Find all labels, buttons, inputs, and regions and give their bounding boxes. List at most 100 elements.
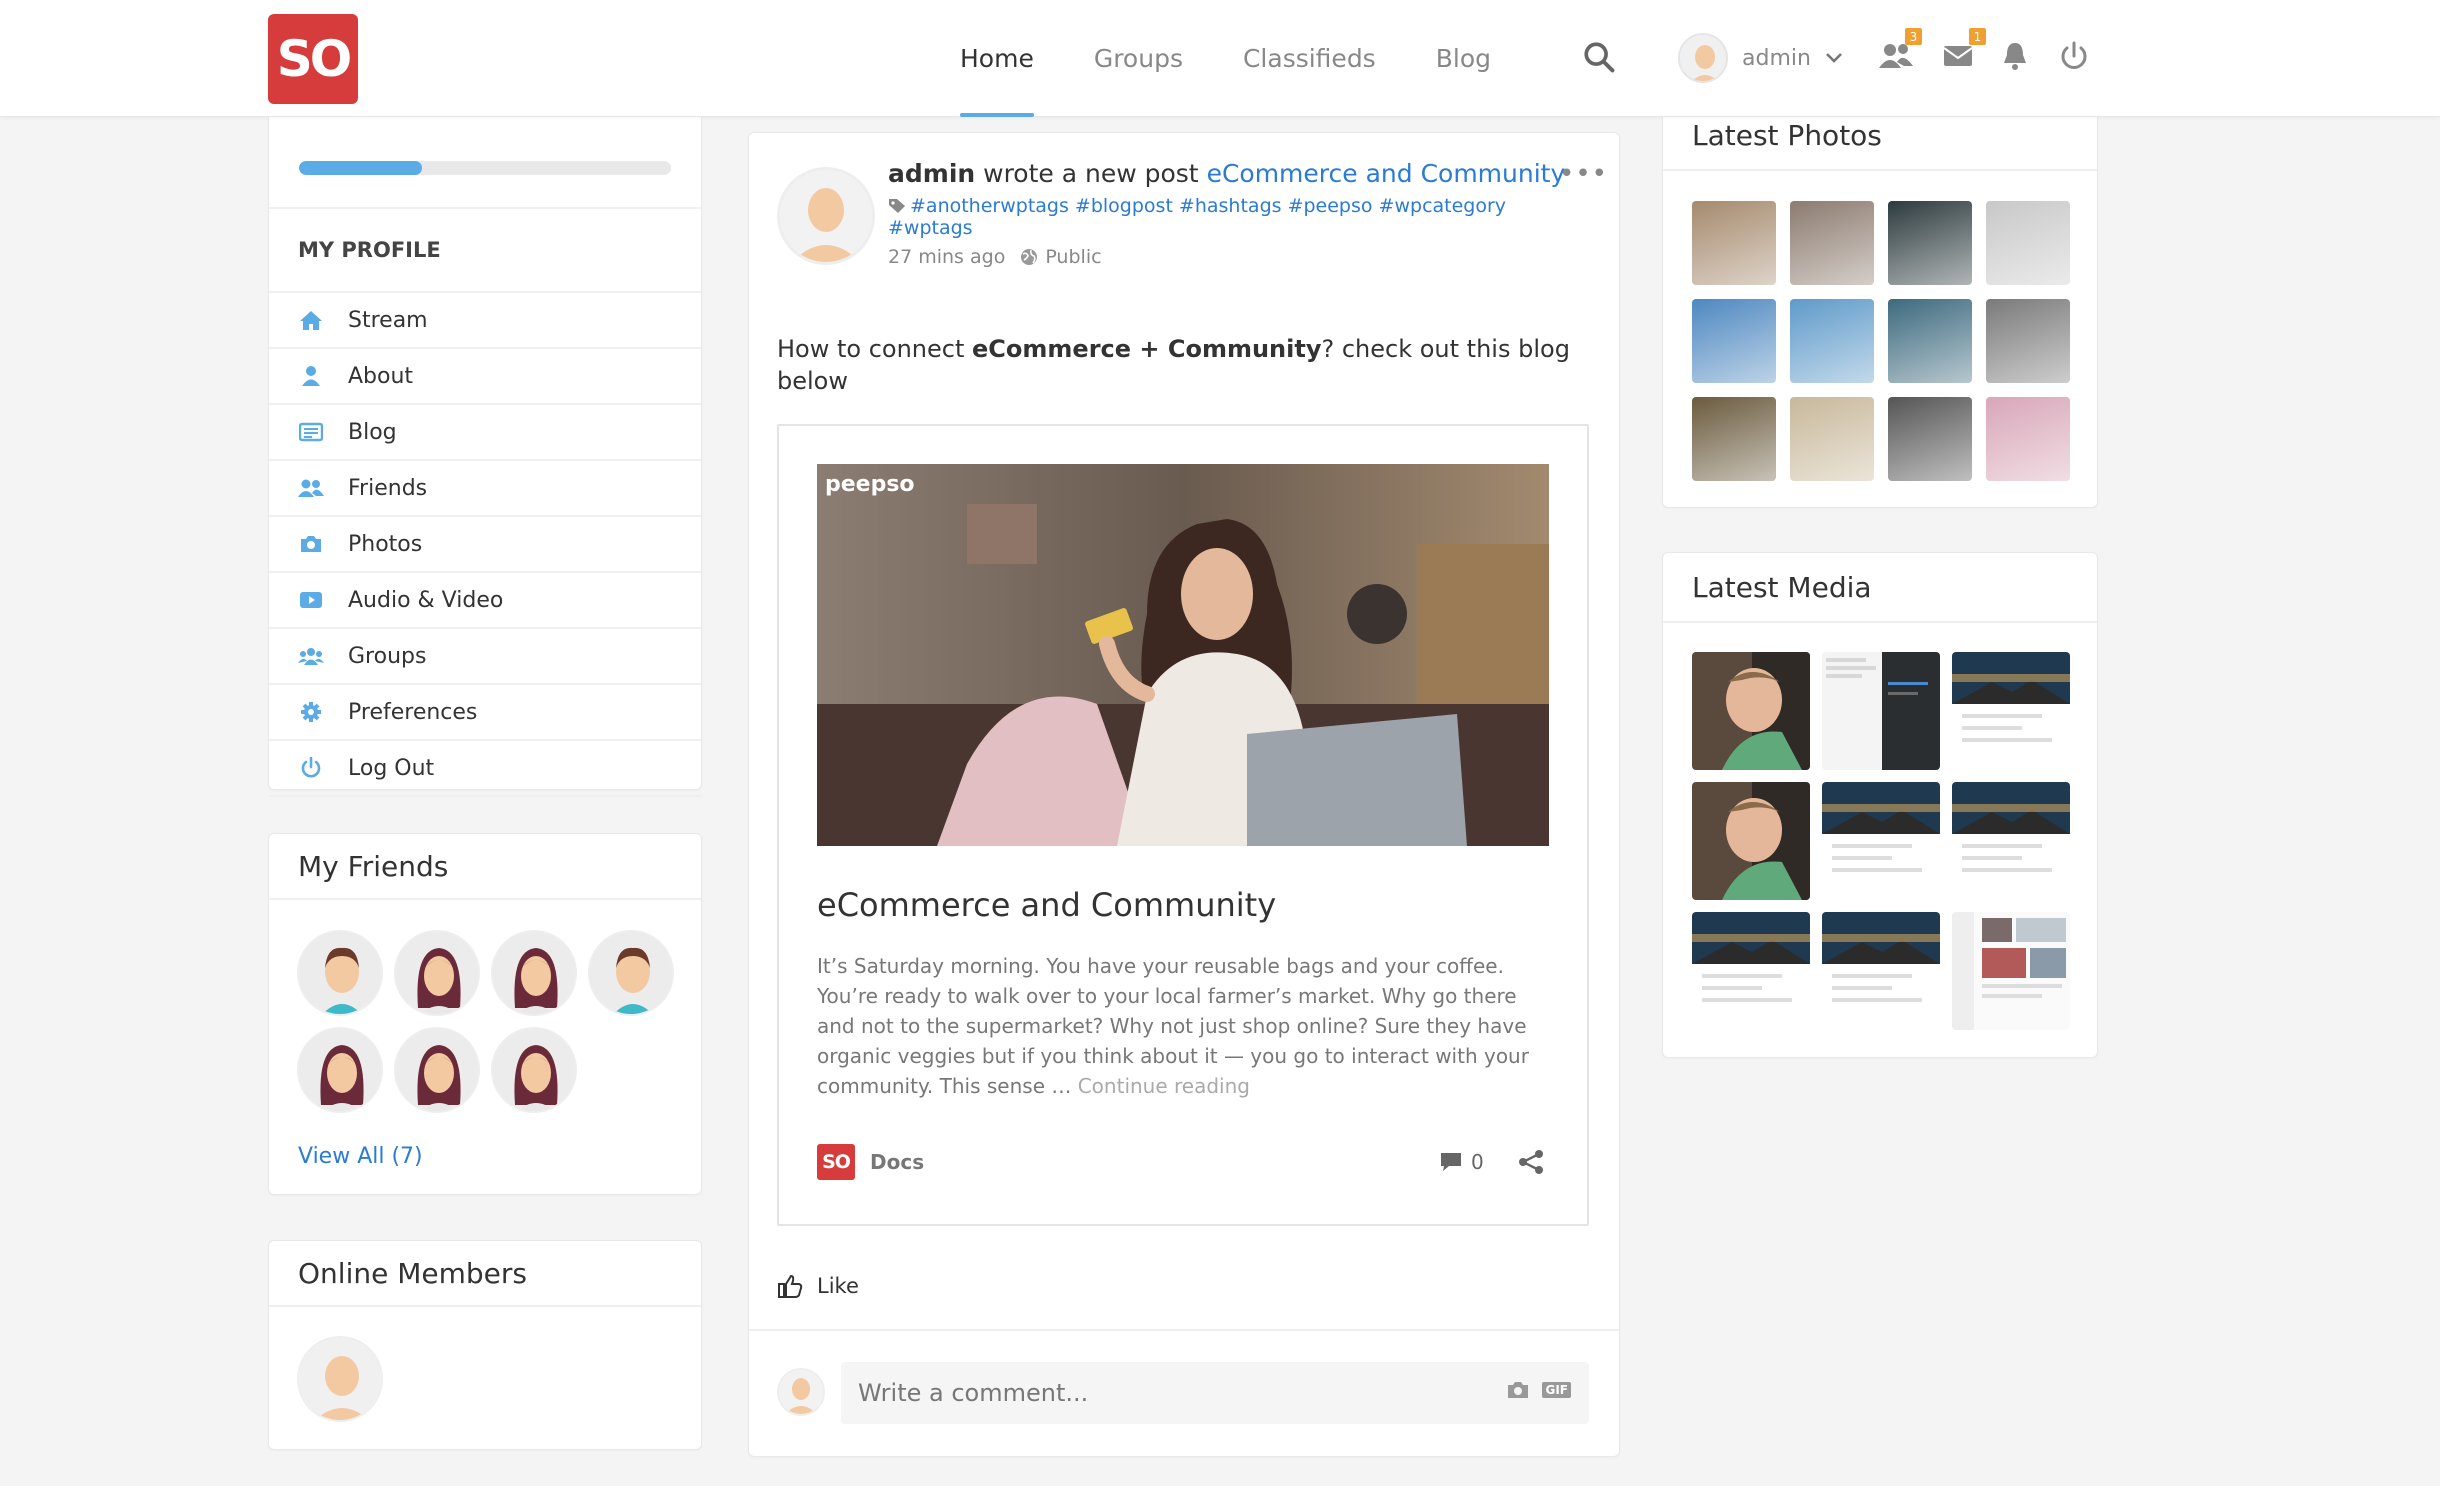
- menu-item-label: Photos: [348, 531, 423, 557]
- nav-blog[interactable]: Blog: [1436, 0, 1491, 117]
- post-options-button[interactable]: •••: [1559, 159, 1608, 189]
- link-preview-title[interactable]: eCommerce and Community: [817, 886, 1276, 924]
- post-privacy[interactable]: Public: [1045, 246, 1101, 268]
- photo-thumbnail[interactable]: [1888, 397, 1972, 481]
- photo-thumbnail[interactable]: [1692, 201, 1776, 285]
- profile-card: MY PROFILE Stream About Blog Friends Pho…: [268, 40, 702, 797]
- menu-item-friends[interactable]: Friends: [269, 461, 701, 517]
- menu-item-label: Blog: [348, 419, 397, 445]
- activity-post: admin wrote a new post eCommerce and Com…: [748, 132, 1620, 1457]
- photo-thumbnail[interactable]: [1692, 299, 1776, 383]
- photo-thumbnail[interactable]: [1986, 201, 2070, 285]
- menu-item-label: Friends: [348, 475, 428, 501]
- view-all-friends-link[interactable]: View All (7): [298, 1144, 423, 1169]
- top-navbar: SO Home Groups Classifieds Blog admin 3: [0, 0, 2440, 117]
- online-member-avatar[interactable]: [297, 1336, 383, 1422]
- user-menu[interactable]: admin: [1678, 30, 1843, 86]
- post-time[interactable]: 27 mins ago: [888, 246, 1005, 268]
- continue-reading-link[interactable]: Continue reading: [1078, 1074, 1250, 1098]
- gear-icon: [298, 701, 324, 723]
- home-icon: [298, 309, 324, 331]
- gif-button[interactable]: GIF: [1542, 1382, 1571, 1398]
- media-thumbnail[interactable]: [1952, 652, 2070, 770]
- site-logo[interactable]: SO: [268, 14, 358, 104]
- post-action-text: wrote a new post: [975, 159, 1207, 188]
- friend-avatar[interactable]: [394, 1027, 480, 1113]
- media-thumbnail[interactable]: [1952, 782, 2070, 900]
- menu-item-label: Audio & Video: [348, 587, 504, 613]
- photo-thumbnail[interactable]: [1888, 201, 1972, 285]
- media-thumbnail[interactable]: [1822, 652, 1940, 770]
- envelope-icon[interactable]: 1: [1942, 28, 1986, 76]
- photo-thumbnail[interactable]: [1790, 299, 1874, 383]
- avatar[interactable]: [1678, 33, 1728, 83]
- link-preview-image[interactable]: peepso: [817, 464, 1549, 846]
- link-preview-excerpt: It’s Saturday morning. You have your reu…: [817, 951, 1547, 1101]
- video-icon: [298, 589, 324, 611]
- like-label: Like: [817, 1274, 859, 1298]
- photo-thumbnail[interactable]: [1986, 299, 2070, 383]
- tag-icon: [889, 199, 905, 213]
- menu-item-photos[interactable]: Photos: [269, 517, 701, 573]
- friends-icon[interactable]: 3: [1878, 28, 1922, 76]
- divider: [749, 1329, 1619, 1331]
- photo-thumbnail[interactable]: [1888, 299, 1972, 383]
- search-icon[interactable]: [1582, 40, 1616, 74]
- media-thumbnail[interactable]: [1952, 912, 2070, 1030]
- thumbs-up-icon: [778, 1274, 803, 1298]
- media-thumbnail[interactable]: [1692, 782, 1810, 900]
- friend-request-badge: 3: [1905, 28, 1922, 45]
- menu-item-logout[interactable]: Log Out: [269, 741, 701, 797]
- comment-input[interactable]: Write a comment... GIF: [841, 1362, 1589, 1424]
- media-thumbnail[interactable]: [1822, 912, 1940, 1030]
- nav-home[interactable]: Home: [960, 0, 1034, 117]
- avatar: [777, 1368, 825, 1416]
- menu-item-about[interactable]: About: [269, 349, 701, 405]
- post-header: admin wrote a new post eCommerce and Com…: [888, 159, 1565, 188]
- link-preview-footer: SO Docs 0: [817, 1142, 1549, 1182]
- friend-avatar[interactable]: [297, 930, 383, 1016]
- source-name[interactable]: Docs: [870, 1150, 924, 1174]
- like-button[interactable]: Like: [777, 1273, 859, 1299]
- post-author[interactable]: admin: [888, 159, 975, 188]
- post-tags[interactable]: #anotherwptags #blogpost #hashtags #peep…: [888, 195, 1548, 239]
- comment-count-value: 0: [1471, 1150, 1484, 1174]
- menu-item-label: Groups: [348, 643, 427, 669]
- hashtag-list[interactable]: #anotherwptags #blogpost #hashtags #peep…: [888, 195, 1506, 239]
- post-timestamp-row: 27 mins ago Public: [888, 246, 1102, 268]
- friend-avatar[interactable]: [491, 930, 577, 1016]
- menu-item-groups[interactable]: Groups: [269, 629, 701, 685]
- widget-title: My Friends: [269, 834, 701, 900]
- media-thumbnail[interactable]: [1692, 912, 1810, 1030]
- photo-thumbnail[interactable]: [1790, 201, 1874, 285]
- camera-icon[interactable]: [1506, 1380, 1530, 1400]
- friend-avatar[interactable]: [588, 930, 674, 1016]
- nav-classifieds[interactable]: Classifieds: [1243, 0, 1376, 117]
- chevron-down-icon[interactable]: [1825, 52, 1843, 64]
- media-thumbnail[interactable]: [1822, 782, 1940, 900]
- my-friends-widget: My Friends View All (7): [268, 833, 702, 1195]
- menu-item-label: About: [348, 363, 414, 389]
- power-icon: [298, 757, 324, 779]
- share-icon[interactable]: [1517, 1148, 1545, 1176]
- bell-icon[interactable]: [2000, 40, 2040, 76]
- nav-groups[interactable]: Groups: [1094, 0, 1183, 117]
- avatar[interactable]: [777, 167, 875, 265]
- friends-icon: [298, 477, 324, 499]
- power-icon[interactable]: [2058, 40, 2098, 76]
- post-title-link[interactable]: eCommerce and Community: [1207, 159, 1566, 188]
- friend-avatar[interactable]: [491, 1027, 577, 1113]
- user-name[interactable]: admin: [1742, 46, 1811, 71]
- menu-item-blog[interactable]: Blog: [269, 405, 701, 461]
- menu-item-preferences[interactable]: Preferences: [269, 685, 701, 741]
- link-preview-card[interactable]: peepso eCommerce and Community It’s Satu…: [777, 424, 1589, 1226]
- photo-thumbnail[interactable]: [1692, 397, 1776, 481]
- friend-avatar[interactable]: [297, 1027, 383, 1113]
- menu-item-audio-video[interactable]: Audio & Video: [269, 573, 701, 629]
- media-thumbnail[interactable]: [1692, 652, 1810, 770]
- photo-thumbnail[interactable]: [1986, 397, 2070, 481]
- menu-item-stream[interactable]: Stream: [269, 293, 701, 349]
- comment-count[interactable]: 0: [1439, 1150, 1484, 1174]
- friend-avatar[interactable]: [394, 930, 480, 1016]
- photo-thumbnail[interactable]: [1790, 397, 1874, 481]
